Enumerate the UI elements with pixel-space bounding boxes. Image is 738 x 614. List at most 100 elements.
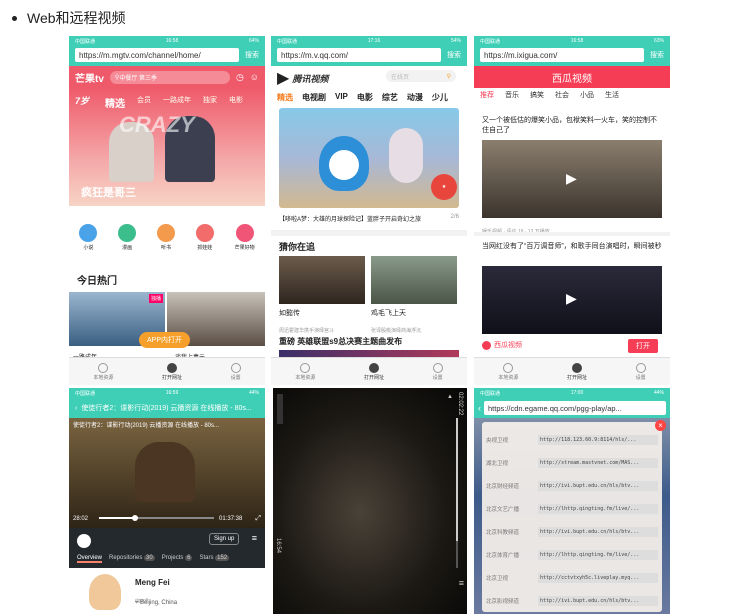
tab-exclusive[interactable]: 独家 xyxy=(203,95,217,110)
tab-movie[interactable]: 电影 xyxy=(229,95,243,110)
tab-featured[interactable]: 精选 xyxy=(277,92,293,103)
search-input[interactable]: 在线页 ⚲ xyxy=(386,70,456,82)
channel-row[interactable]: 北京科教频道 http://ivi.bupt.edu.cn/hls/btv... xyxy=(482,520,662,543)
qq-tabs: 精选 电视剧 VIP 电影 综艺 动漫 少儿 xyxy=(277,92,448,103)
tab-anime[interactable]: 动漫 xyxy=(407,92,423,103)
nav-settings[interactable]: 设置 xyxy=(230,362,241,381)
open-app-button[interactable]: 打开 xyxy=(628,339,658,353)
gear-icon xyxy=(635,362,646,373)
tab-featured[interactable]: 精选 xyxy=(105,95,125,110)
channel-row[interactable]: 北京影视频道 http://ivi.bupt.edu.cn/hls/btv... xyxy=(482,589,662,612)
open-in-app-button[interactable]: APP内打开 xyxy=(139,332,191,348)
carrier: 中国联通 xyxy=(480,390,501,397)
seek-bar[interactable] xyxy=(456,418,458,568)
video-player[interactable]: 使徒行者2：谍影行动(2019) 云播资源 在线播放 - 80s... 28:0… xyxy=(69,418,265,528)
xigua-header: 西瓜视频 xyxy=(474,66,670,88)
tab-variety[interactable]: 综艺 xyxy=(382,92,398,103)
tab-stars[interactable]: Stars 152 xyxy=(199,555,230,563)
current-time: 28:02 xyxy=(73,516,89,522)
nav-settings[interactable]: 设置 xyxy=(432,362,443,381)
video-thumb-2[interactable]: ▶ xyxy=(482,266,662,334)
tab-movie[interactable]: 电影 xyxy=(357,92,373,103)
tab-vip[interactable]: VIP xyxy=(335,92,348,103)
channel-row[interactable]: 湖北卫视 http://stream.mastvnet.com/MAS... xyxy=(482,451,662,474)
tab-recommend[interactable]: 推荐 xyxy=(480,90,494,100)
channel-row[interactable]: 北京文艺广播 http://lhttp.qingting.fm/live/... xyxy=(482,497,662,520)
tab-funny[interactable]: 搞笑 xyxy=(530,90,544,100)
channel-name: 北京财经频道 xyxy=(486,483,520,490)
tab-projects[interactable]: Projects 6 xyxy=(162,555,193,563)
nav-label: 本地资源 xyxy=(498,374,519,381)
nav-local[interactable]: 本地资源 xyxy=(295,362,315,381)
signup-button[interactable]: Sign up xyxy=(209,533,240,545)
video-thumb-1[interactable]: ▶ xyxy=(482,140,662,218)
search-input[interactable]: ⚲ 中餐厅 第三季 xyxy=(109,70,230,84)
icon-claw[interactable]: 抓娃娃 xyxy=(195,224,214,251)
status-bar: 中国联通 16:59 44% xyxy=(69,388,265,398)
nav-label: 设置 xyxy=(230,374,241,381)
channel-url: http://118.123.60.9:8114/hls/... xyxy=(538,434,658,445)
lock-icon[interactable]: ▲ xyxy=(447,394,453,400)
claw-icon xyxy=(195,224,214,242)
tab-society[interactable]: 社会 xyxy=(555,90,569,100)
url-input[interactable]: https://m.mgtv.com/channel/home/ xyxy=(75,48,239,62)
promo-title[interactable]: 重磅 英雄联盟s9总决赛主题曲发布 xyxy=(279,336,402,347)
back-icon[interactable]: ‹ xyxy=(478,403,481,413)
phone-channel-list: 中国联通 17:00 44% ‹ https://cdn.egame.qq.com/p… xyxy=(474,388,670,614)
tab-count: 152 xyxy=(215,555,230,561)
icon-shop[interactable]: 芒果好物 xyxy=(235,224,255,251)
tab-tv[interactable]: 电视剧 xyxy=(302,92,326,103)
tab-sketch[interactable]: 小品 xyxy=(580,90,594,100)
search-button[interactable]: 搜索 xyxy=(447,50,461,60)
history-icon[interactable]: ◷ xyxy=(236,72,244,83)
menu-icon[interactable]: ≡ xyxy=(459,578,464,588)
follow-thumb-1[interactable] xyxy=(279,256,365,304)
tab-music[interactable]: 音乐 xyxy=(505,90,519,100)
menu-icon[interactable]: ≡ xyxy=(252,533,257,543)
tab-kids[interactable]: 少儿 xyxy=(432,92,448,103)
url-input[interactable]: https://cdn.egame.qq.com/pgg-play/ap... xyxy=(484,401,666,415)
tab-overview[interactable]: Overview xyxy=(77,555,103,563)
avatar[interactable] xyxy=(89,574,121,610)
video-frame[interactable] xyxy=(273,388,467,614)
channel-url: http://ivi.bupt.edu.cn/hls/btv... xyxy=(538,480,658,491)
mgtv-tabs: 精选 会员 一路成年 独家 电影 xyxy=(105,95,243,110)
nav-open-url[interactable]: 打开网址 xyxy=(162,362,182,381)
tab-life[interactable]: 生活 xyxy=(605,90,619,100)
url-input[interactable]: https://m.ixigua.com/ xyxy=(480,48,644,62)
tab-show[interactable]: 一路成年 xyxy=(163,95,191,110)
seek-handle[interactable] xyxy=(132,515,138,521)
banner[interactable]: ★ xyxy=(279,108,459,208)
video-title-1[interactable]: 又一个被低估的爆笑小品，包袱笑料一火车，笑的控制不住自己了 xyxy=(482,116,662,136)
icon-comic[interactable]: 漫画 xyxy=(118,224,137,251)
play-icon[interactable]: ▶ xyxy=(566,170,577,187)
time: 16:59 xyxy=(165,390,179,396)
search-button[interactable]: 搜索 xyxy=(650,50,664,60)
tab-vip[interactable]: 会员 xyxy=(137,95,151,110)
back-icon[interactable]: ‹ xyxy=(75,405,77,412)
nav-open-url[interactable]: 打开网址 xyxy=(363,362,384,381)
channel-popup: × 央视卫视 http://118.123.60.9:8114/hls/... 湖北… xyxy=(482,420,666,612)
icon-novel[interactable]: 小说 xyxy=(79,224,98,251)
nav-local[interactable]: 本地资源 xyxy=(93,362,113,381)
nav-settings[interactable]: 设置 xyxy=(635,362,646,381)
hero-banner[interactable]: 7岁 精选 会员 一路成年 独家 电影 CRAZY 疯狂是哥三 xyxy=(69,88,265,206)
user-icon[interactable]: ☺ xyxy=(250,72,259,82)
url-input[interactable]: https://m.v.qq.com/ xyxy=(277,48,441,62)
search-button[interactable]: 搜索 xyxy=(245,50,259,60)
play-icon[interactable]: ▶ xyxy=(566,290,577,307)
channel-row[interactable]: 北京财经频道 http://ivi.bupt.edu.cn/hls/btv... xyxy=(482,474,662,497)
follow-thumb-2[interactable] xyxy=(371,256,457,304)
nav-local[interactable]: 本地资源 xyxy=(498,362,519,381)
video-title-2[interactable]: 当网红没有了“百万调音师”，和歌手同台演唱时，瞬间被秒 xyxy=(482,242,662,252)
channel-row[interactable]: 北京卫视 http://cctvtxyh5c.liveplay.myq... xyxy=(482,566,662,589)
channel-row[interactable]: 央视卫视 http://118.123.60.9:8114/hls/... xyxy=(482,428,662,451)
nav-open-url[interactable]: 打开网址 xyxy=(567,362,587,381)
channel-row[interactable]: 北京体育广播 http://lhttp.qingting.fm/live/... xyxy=(482,543,662,566)
nav-label: 打开网址 xyxy=(363,374,384,381)
tab-repositories[interactable]: Repositories 30 xyxy=(109,555,155,563)
seek-bar[interactable] xyxy=(99,515,214,521)
logo-text: 腾讯视频 xyxy=(292,73,329,84)
fullscreen-icon[interactable]: ⤢ xyxy=(255,515,261,523)
icon-audio[interactable]: 听书 xyxy=(156,224,175,251)
